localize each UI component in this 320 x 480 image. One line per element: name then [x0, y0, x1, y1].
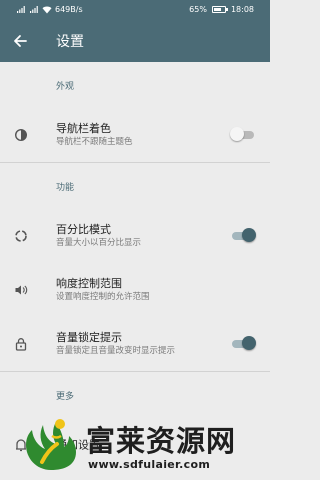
volume-lock-hint-switch[interactable] — [230, 336, 256, 352]
setting-title: 响度控制范围 — [56, 277, 122, 290]
settings-list: 外观 导航栏着色 导航栏不跟随主题色 功能 百分比模式 音量大小以百分比显示 响… — [0, 62, 270, 472]
setting-notification[interactable]: 通知设置 — [0, 418, 270, 472]
contrast-icon — [14, 128, 28, 142]
setting-subtitle: 音量锁定且音量改变时显示提示 — [56, 346, 176, 356]
setting-percent-mode[interactable]: 百分比模式 音量大小以百分比显示 — [0, 209, 270, 263]
setting-navbar-tint[interactable]: 导航栏着色 导航栏不跟随主题色 — [0, 108, 270, 162]
header: 649B/s 65% 18:08 设置 — [0, 0, 270, 62]
arrow-left-icon — [14, 35, 27, 47]
notification-icon — [14, 438, 28, 452]
volume-icon — [14, 283, 28, 297]
wifi-icon — [42, 6, 52, 14]
section-header-more: 更多 — [56, 391, 75, 402]
back-button[interactable] — [8, 30, 32, 52]
percent-ring-icon — [14, 229, 28, 243]
section-header-features: 功能 — [56, 182, 75, 193]
status-bar: 649B/s 65% 18:08 — [0, 0, 270, 20]
setting-loudness-range[interactable]: 响度控制范围 设置响度控制的允许范围 — [0, 263, 270, 317]
lock-icon — [14, 337, 28, 351]
page-title: 设置 — [56, 34, 84, 50]
network-speed: 649B/s — [55, 5, 83, 14]
signal-icon-2 — [30, 6, 38, 13]
setting-subtitle: 音量大小以百分比显示 — [56, 238, 142, 248]
setting-title: 通知设置 — [56, 438, 100, 452]
setting-title: 导航栏着色 — [56, 122, 111, 135]
section-header-appearance: 外观 — [56, 81, 75, 92]
navbar-tint-switch[interactable] — [230, 127, 256, 143]
setting-subtitle: 设置响度控制的允许范围 — [56, 292, 150, 302]
clock: 18:08 — [230, 5, 254, 14]
setting-title: 音量锁定提示 — [56, 331, 122, 344]
setting-title: 百分比模式 — [56, 223, 111, 236]
setting-subtitle: 导航栏不跟随主题色 — [56, 137, 133, 147]
battery-icon — [211, 6, 228, 13]
signal-icon — [17, 6, 25, 13]
app-bar: 设置 — [0, 20, 270, 62]
setting-volume-lock-hint[interactable]: 音量锁定提示 音量锁定且音量改变时显示提示 — [0, 317, 270, 371]
percent-mode-switch[interactable] — [230, 228, 256, 244]
battery-percent: 65% — [189, 5, 207, 14]
settings-screen: 649B/s 65% 18:08 设置 外观 导航栏着色 导航栏不跟随主题色 功… — [0, 0, 270, 480]
